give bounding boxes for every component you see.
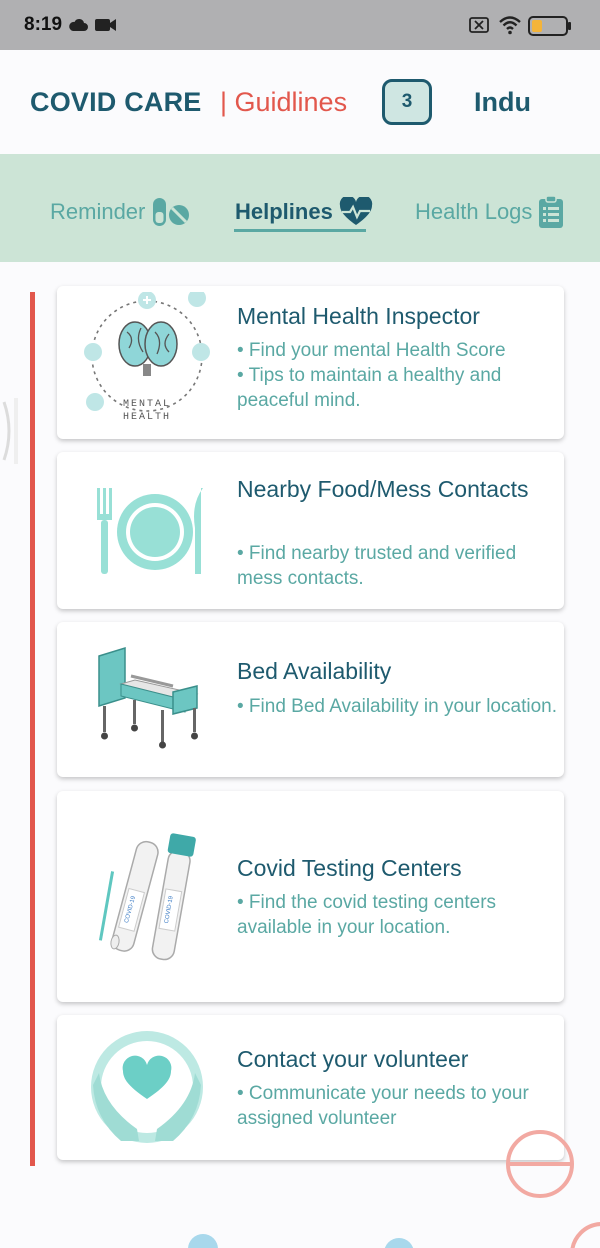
user-name[interactable]: Indu bbox=[474, 87, 531, 118]
battery-icon bbox=[528, 16, 571, 36]
desc-line: • Tips to maintain a healthy and peacefu… bbox=[237, 365, 502, 411]
guidelines-link[interactable]: | Guidlines bbox=[220, 87, 347, 118]
card-testing-centers[interactable]: COVID-19 COVID-19 Covid Testing Centers … bbox=[57, 791, 564, 1002]
pills-icon bbox=[153, 198, 190, 226]
plate-cutlery-icon bbox=[97, 488, 203, 574]
decorative-circle-icon-2 bbox=[570, 1222, 600, 1248]
card-description: • Find Bed Availability in your location… bbox=[237, 696, 557, 717]
card-description: • Find the covid testing centers availab… bbox=[237, 892, 497, 938]
desc-line: • Find your mental Health Score bbox=[237, 340, 506, 361]
tab-health-logs[interactable]: Health Logs bbox=[415, 192, 564, 232]
cloud-icon bbox=[69, 18, 88, 31]
tab-reminder[interactable]: Reminder bbox=[50, 192, 191, 232]
card-description: • Communicate your needs to your assigne… bbox=[237, 1083, 529, 1129]
card-title: Contact your volunteer bbox=[237, 1046, 469, 1072]
heart-hands-icon bbox=[91, 1031, 203, 1143]
app-header: COVID CARE | Guidlines 3 Indu bbox=[0, 50, 600, 154]
test-tube-icon: COVID-19 COVID-19 bbox=[98, 833, 196, 961]
clipboard-icon bbox=[539, 195, 564, 228]
active-tab-indicator bbox=[234, 229, 366, 232]
card-title: Covid Testing Centers bbox=[237, 855, 462, 881]
tab-label: Health Logs bbox=[415, 199, 533, 224]
decorative-circle-icon bbox=[506, 1130, 574, 1198]
card-mental-health[interactable]: MENTAL HEALTH Mental Health Inspector • … bbox=[57, 286, 564, 439]
card-food-mess[interactable]: Nearby Food/Mess Contacts • Find nearby … bbox=[57, 452, 564, 609]
mental-health-image-text: MENTAL bbox=[123, 399, 171, 410]
tab-bar: Reminder Helplines Health Logs bbox=[0, 154, 600, 262]
card-title: Bed Availability bbox=[237, 658, 392, 684]
video-camera-icon bbox=[95, 19, 116, 31]
card-description: • Find nearby trusted and verified mess … bbox=[237, 543, 517, 589]
tab-label: Reminder bbox=[50, 199, 146, 224]
card-title: Mental Health Inspector bbox=[237, 303, 480, 329]
no-sim-icon bbox=[469, 17, 489, 33]
card-title: Nearby Food/Mess Contacts bbox=[237, 476, 529, 502]
status-time: 8:19 bbox=[24, 14, 63, 35]
card-description: • Find your mental Health Score • Tips t… bbox=[237, 338, 557, 413]
hospital-bed-icon bbox=[98, 646, 199, 749]
decorative-dot-icon bbox=[188, 1234, 218, 1248]
decorative-dot-icon-2 bbox=[384, 1238, 414, 1248]
mental-health-icon: MENTAL HEALTH bbox=[84, 292, 210, 423]
mental-health-image-text-2: HEALTH bbox=[123, 412, 171, 423]
status-bar: 8:19 bbox=[0, 0, 600, 50]
heartbeat-icon bbox=[339, 197, 372, 225]
tab-helplines[interactable]: Helplines bbox=[235, 192, 373, 232]
app-title: COVID CARE bbox=[30, 87, 202, 117]
wifi-icon bbox=[499, 16, 521, 35]
notification-badge[interactable]: 3 bbox=[382, 79, 432, 125]
card-contact-volunteer[interactable]: Contact your volunteer • Communicate you… bbox=[57, 1015, 564, 1160]
edge-handle bbox=[2, 398, 18, 464]
tab-label: Helplines bbox=[235, 199, 333, 224]
card-bed-availability[interactable]: Bed Availability • Find Bed Availability… bbox=[57, 622, 564, 777]
timeline-line bbox=[30, 292, 35, 1166]
